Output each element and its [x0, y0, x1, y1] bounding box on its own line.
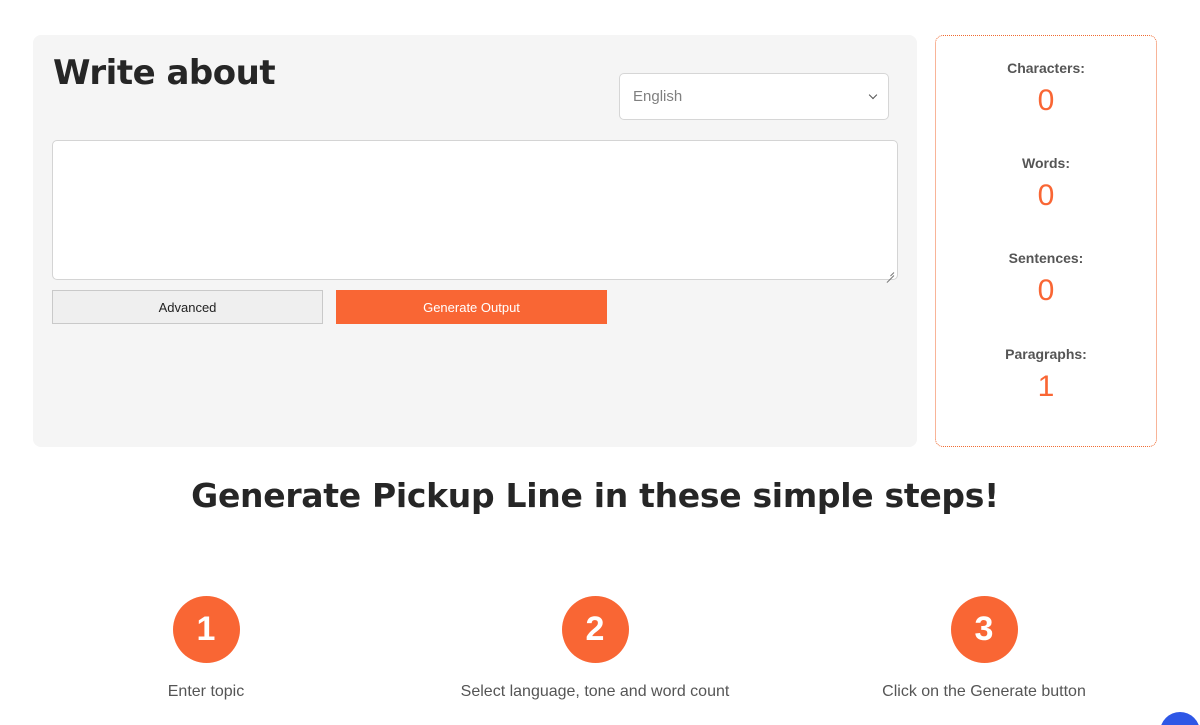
- stat-characters: Characters: 0: [936, 60, 1156, 116]
- resize-handle-icon[interactable]: [886, 268, 894, 276]
- step-text: Enter topic: [167, 683, 245, 700]
- stat-characters-label: Characters:: [1007, 60, 1085, 76]
- steps-heading: Generate Pickup Line in these simple ste…: [191, 476, 999, 515]
- step-text: Select language, tone and word count: [460, 683, 730, 700]
- generate-output-button[interactable]: Generate Output: [336, 290, 607, 324]
- stats-panel: Characters: 0 Words: 0 Sentences: 0 Para…: [935, 35, 1157, 447]
- step-1: 1 Enter topic: [6, 596, 406, 701]
- editor-panel: Write about English Advanced Generate Ou…: [33, 35, 917, 447]
- step-3: 3 Click on the Generate button: [784, 596, 1184, 701]
- language-select-value: English: [633, 88, 683, 105]
- stat-words: Words: 0: [936, 155, 1156, 211]
- stat-words-value: 0: [1037, 179, 1055, 212]
- chevron-down-icon: [868, 90, 878, 100]
- stat-paragraphs: Paragraphs: 1: [936, 346, 1156, 402]
- chat-widget-button[interactable]: [1160, 712, 1200, 725]
- step-number-badge: 3: [950, 596, 1018, 663]
- stat-sentences-value: 0: [1037, 274, 1055, 307]
- step-text: Click on the Generate button: [882, 683, 1086, 700]
- step-number-badge: 2: [561, 596, 629, 663]
- step-2: 2 Select language, tone and word count: [395, 596, 795, 701]
- step-number-badge: 1: [172, 596, 240, 663]
- advanced-button[interactable]: Advanced: [52, 290, 323, 324]
- language-select[interactable]: English: [619, 73, 889, 120]
- stat-words-label: Words:: [1022, 155, 1070, 171]
- stat-characters-value: 0: [1037, 84, 1055, 117]
- stat-sentences: Sentences: 0: [936, 250, 1156, 306]
- editor-title: Write about: [53, 53, 276, 93]
- stat-sentences-label: Sentences:: [1008, 250, 1084, 266]
- stat-paragraphs-label: Paragraphs:: [1005, 346, 1087, 362]
- topic-textarea[interactable]: [52, 140, 898, 280]
- stat-paragraphs-value: 1: [1037, 370, 1055, 403]
